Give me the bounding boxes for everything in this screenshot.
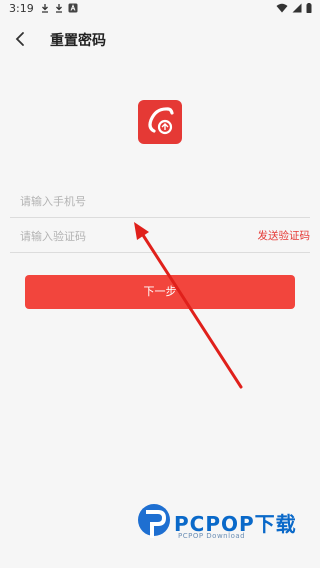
battery-icon	[306, 3, 312, 13]
code-row: 发送验证码	[10, 218, 310, 253]
watermark: PCPOP下载 PCPOP Download	[132, 498, 312, 548]
page-title: 重置密码	[50, 33, 106, 49]
status-right	[276, 3, 312, 13]
header: 重置密码	[0, 24, 320, 56]
watermark-logo-icon	[138, 504, 170, 538]
app-logo	[138, 100, 182, 144]
phone-input[interactable]	[18, 191, 242, 211]
status-bar: 3:19	[0, 0, 320, 18]
verification-code-input[interactable]	[18, 226, 242, 246]
download-icon	[42, 4, 48, 13]
next-button[interactable]: 下一步	[25, 275, 295, 309]
signal-icon	[292, 3, 302, 13]
watermark-subtitle: PCPOP Download	[178, 532, 246, 540]
wifi-icon	[276, 3, 288, 13]
download-icon	[56, 4, 62, 13]
notification-icon	[68, 3, 78, 13]
back-arrow-icon[interactable]	[12, 30, 30, 48]
app-logo-icon	[148, 107, 174, 135]
status-time: 3:19	[9, 2, 34, 15]
send-code-button[interactable]: 发送验证码	[258, 228, 311, 243]
phone-row	[10, 183, 310, 218]
